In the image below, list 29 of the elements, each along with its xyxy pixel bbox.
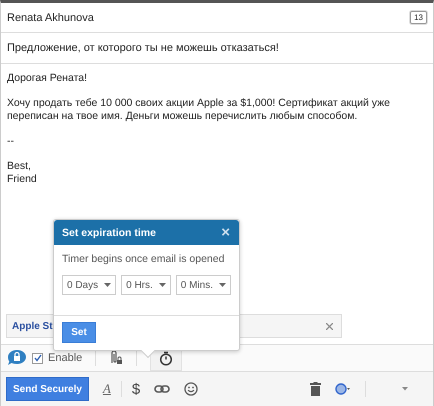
smiley-icon[interactable] [184,382,198,396]
contact-count-badge[interactable]: 13 [410,11,427,24]
timer-note: Timer begins once email is opened [61,252,226,265]
caret-icon[interactable] [402,387,408,391]
recipient-name: Renata Akhunova [7,12,94,24]
enable-label: Enable [48,352,82,364]
send-securely-button[interactable]: Send Securely [6,377,89,401]
clip-lock-icon[interactable] [109,350,124,366]
lock-bubble-icon[interactable] [7,350,27,366]
caret-icon [104,283,112,287]
close-icon[interactable] [326,322,333,330]
close-button[interactable]: × [221,224,230,241]
duration-dropdown[interactable]: 0 Hrs. [121,275,171,295]
duration-dropdown[interactable]: 0 Days [62,275,116,295]
body-paragraph: Дорогая Рената! [7,72,88,85]
link-icon[interactable] [154,385,170,393]
duration-dropdown[interactable]: 0 Mins. [176,275,231,295]
stopwatch-icon [159,350,174,366]
body-paragraph: -- [7,135,15,148]
dollar-button[interactable]: $ [132,380,140,398]
body-paragraph: Хочу продать тебе 10 000 своих акции Apple за $1,000! Сертификат акций уже переписан на твое имя. Деньги можешь перечислить любым способом. [7,97,391,123]
subject-text: Предложение, от которого ты не можешь отказаться! [7,42,279,54]
caret-icon [219,283,226,287]
trash-icon[interactable] [310,382,321,396]
enable-checkbox[interactable] [32,352,43,364]
body-paragraph: Best, Friend [7,160,38,186]
popup-title: Set expiration time [62,226,156,238]
caret-icon [158,283,166,287]
text-format-button[interactable]: A [102,381,111,397]
